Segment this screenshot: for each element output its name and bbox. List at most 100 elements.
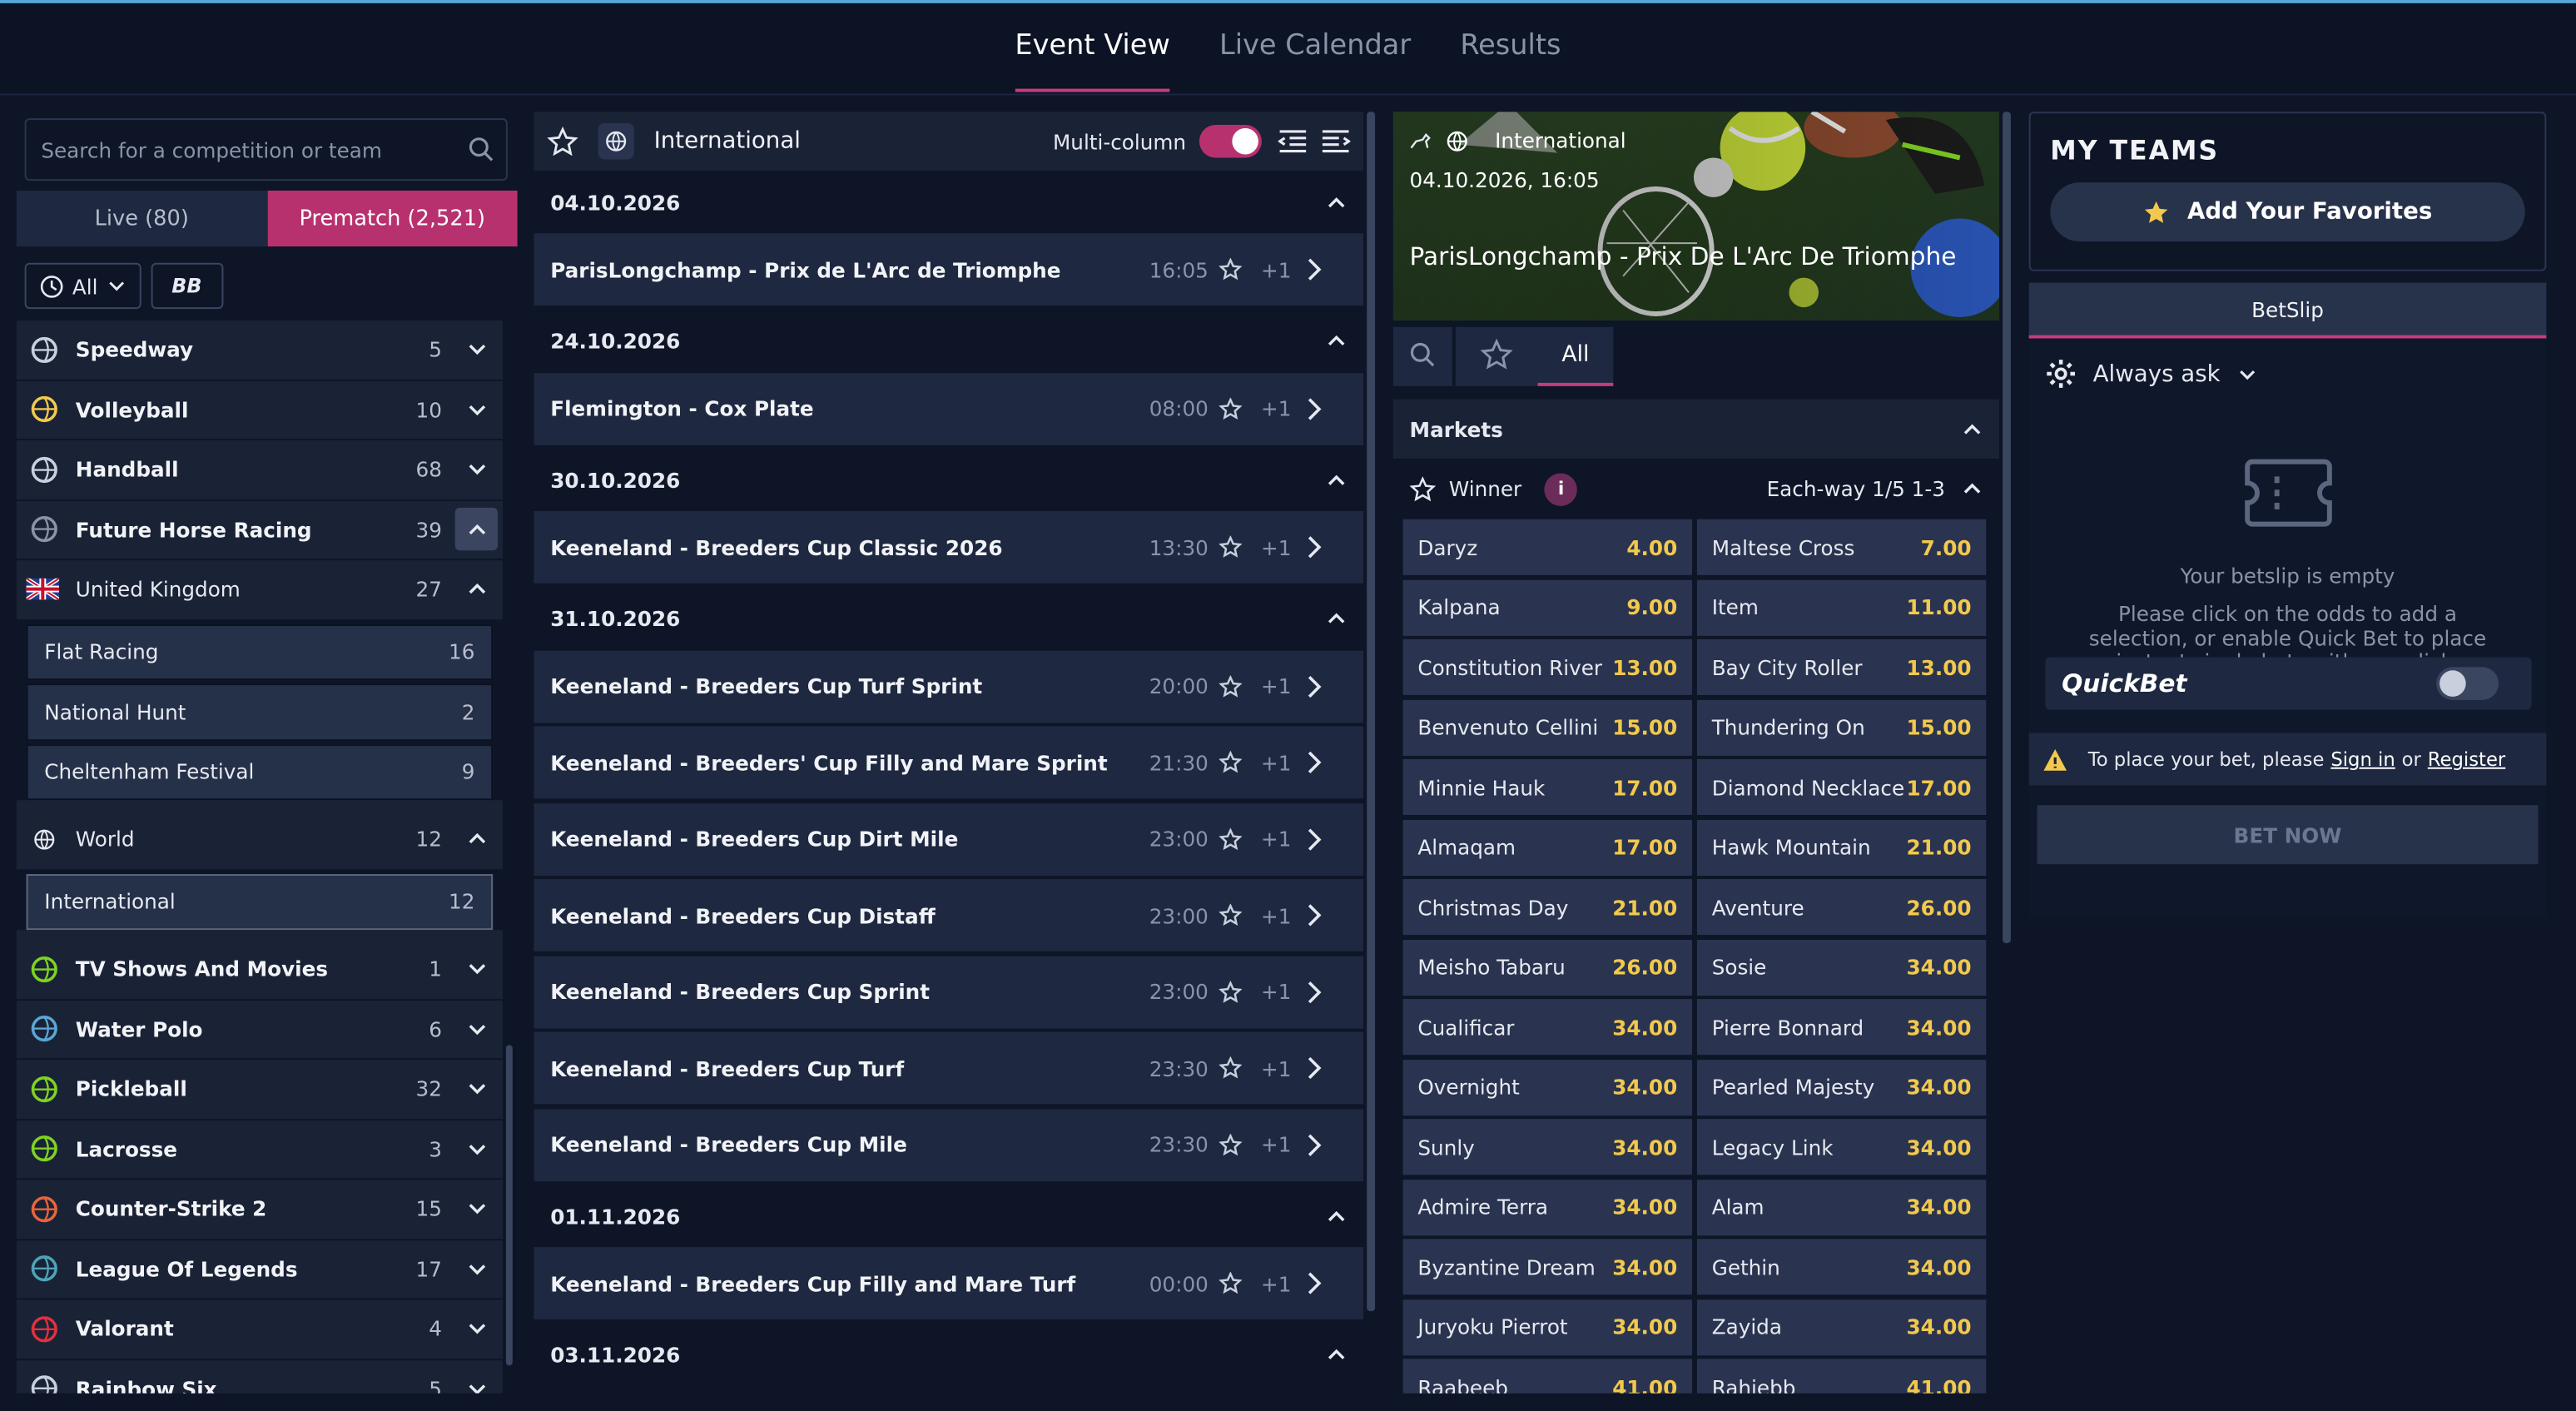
odds-button[interactable]: Alam 34.00 <box>1696 1179 1987 1235</box>
event-row[interactable]: Keeneland - Breeders Cup Mile 23:30 +1 <box>534 1108 1364 1181</box>
event-row[interactable]: Keeneland - Breeders Cup Classic 2026 13:… <box>534 510 1364 584</box>
middle-scrollbar[interactable] <box>1367 112 1376 1312</box>
expand-toggle[interactable] <box>455 1248 498 1290</box>
chevron-right-icon[interactable] <box>1304 535 1324 559</box>
region-row-world[interactable]: World 12 <box>16 810 503 871</box>
star-icon[interactable] <box>1218 827 1242 851</box>
odds-button[interactable]: Byzantine Dream 34.00 <box>1402 1239 1693 1295</box>
expand-toggle[interactable] <box>455 1188 498 1230</box>
detail-scrollbar[interactable] <box>2003 112 2011 943</box>
odds-button[interactable]: Benvenuto Cellini 15.00 <box>1402 698 1693 755</box>
date-header[interactable]: 30.10.2026 <box>534 448 1364 511</box>
event-row[interactable]: Keeneland - Breeders' Cup Filly and Mare… <box>534 726 1364 799</box>
betslip-tab[interactable]: BetSlip <box>2028 282 2547 339</box>
star-icon[interactable] <box>1218 396 1242 420</box>
event-row[interactable]: Keeneland - Breeders Cup Filly and Mare … <box>534 1247 1364 1319</box>
odds-button[interactable]: Gethin 34.00 <box>1696 1239 1987 1295</box>
markets-header[interactable]: Markets <box>1392 399 2000 459</box>
expand-toggle[interactable] <box>454 508 499 551</box>
expand-toggle[interactable] <box>455 1067 498 1110</box>
sport-row[interactable]: Pickleball 32 <box>16 1060 503 1120</box>
date-header[interactable]: 24.10.2026 <box>534 310 1364 373</box>
expand-toggle[interactable] <box>455 947 498 990</box>
expand-toggle[interactable] <box>455 448 498 490</box>
odds-button[interactable]: Almaqam 17.00 <box>1402 818 1693 876</box>
expand-toggle[interactable] <box>455 1128 498 1170</box>
event-row[interactable]: ParisLongchamp - Prix de L'Arc de Triomp… <box>534 233 1364 306</box>
bet-builder-button[interactable]: BB <box>150 262 224 310</box>
odds-button[interactable]: Pierre Bonnard 34.00 <box>1696 999 1987 1056</box>
star-icon[interactable] <box>1218 257 1242 281</box>
sign-in-link[interactable]: Sign in <box>2330 748 2395 771</box>
market-favorites-tab[interactable] <box>1455 326 1538 386</box>
odds-button[interactable]: Juryoku Pierrot 34.00 <box>1402 1299 1693 1355</box>
star-icon[interactable] <box>1218 751 1242 774</box>
chevron-right-icon[interactable] <box>1304 827 1324 851</box>
expand-toggle[interactable] <box>455 1308 498 1350</box>
date-header[interactable]: 01.11.2026 <box>534 1185 1364 1248</box>
odds-button[interactable]: Pearled Majesty 34.00 <box>1696 1059 1987 1115</box>
odds-button[interactable]: Aventure 26.00 <box>1696 878 1987 936</box>
event-row[interactable]: Keeneland - Breeders Cup Turf 23:30 +1 <box>534 1031 1364 1105</box>
sport-row[interactable]: Counter-Strike 2 15 <box>16 1180 503 1240</box>
odds-button[interactable]: Minnie Hauk 17.00 <box>1402 758 1693 816</box>
event-row[interactable]: Flemington - Cox Plate 08:00 +1 <box>534 372 1364 445</box>
star-icon[interactable] <box>1218 1132 1242 1156</box>
sport-row[interactable]: Rainbow Six 5 <box>16 1359 503 1394</box>
prematch-tab[interactable]: Prematch (2,521) <box>266 190 518 247</box>
odds-button[interactable]: Zayida 34.00 <box>1696 1299 1987 1355</box>
event-row[interactable]: Keeneland - Breeders Cup Dirt Mile 23:00 +… <box>534 802 1364 876</box>
star-icon[interactable] <box>1218 980 1242 1003</box>
left-scrollbar[interactable] <box>505 1045 513 1366</box>
chevron-right-icon[interactable] <box>1304 980 1324 1003</box>
odds-button[interactable]: Daryz 4.00 <box>1402 519 1693 575</box>
tab-event-view[interactable]: Event View <box>1015 3 1171 92</box>
odds-button[interactable]: Overnight 34.00 <box>1402 1059 1693 1115</box>
expand-toggle[interactable] <box>455 1007 498 1050</box>
competition-item-selected[interactable]: International 12 <box>26 873 494 931</box>
sport-row[interactable]: Valorant 4 <box>16 1299 503 1360</box>
odds-button[interactable]: Bay City Roller 13.00 <box>1696 638 1987 695</box>
sport-row[interactable]: Speedway 5 <box>16 320 503 380</box>
market-search-button[interactable] <box>1392 326 1452 386</box>
odds-button[interactable]: Kalpana 9.00 <box>1402 579 1693 635</box>
sport-row[interactable]: Handball 68 <box>16 440 503 501</box>
event-row[interactable]: Keeneland - Breeders Cup Turf Sprint 20:0… <box>534 649 1364 723</box>
sport-row[interactable]: Water Polo 6 <box>16 1000 503 1061</box>
sport-row[interactable]: Volleyball 10 <box>16 380 503 440</box>
competition-item[interactable]: Cheltenham Festival 9 <box>26 743 494 801</box>
odds-button[interactable]: Sosie 34.00 <box>1696 939 1987 996</box>
region-row-uk[interactable]: United Kingdom 27 <box>16 560 503 621</box>
odds-button[interactable]: Legacy Link 34.00 <box>1696 1119 1987 1175</box>
odds-change-dropdown[interactable]: Always ask <box>2045 358 2256 390</box>
search-icon[interactable] <box>457 120 506 179</box>
collapse-list-icon[interactable] <box>1278 127 1308 157</box>
odds-button[interactable]: Admire Terra 34.00 <box>1402 1179 1693 1235</box>
odds-button[interactable]: Sunly 34.00 <box>1402 1119 1693 1175</box>
odds-button[interactable]: Item 11.00 <box>1696 579 1987 635</box>
collapse-toggle[interactable] <box>455 579 498 600</box>
odds-button[interactable]: Meisho Tabaru 26.00 <box>1402 939 1693 996</box>
chevron-right-icon[interactable] <box>1304 1272 1324 1295</box>
chevron-right-icon[interactable] <box>1304 258 1324 281</box>
tab-results[interactable]: Results <box>1460 3 1561 92</box>
odds-button[interactable]: Raabeeb 41.00 <box>1402 1359 1693 1394</box>
odds-button[interactable]: Hawk Mountain 21.00 <box>1696 818 1987 876</box>
date-header[interactable]: 04.10.2026 <box>534 171 1364 234</box>
chevron-right-icon[interactable] <box>1304 674 1324 698</box>
expand-toggle[interactable] <box>455 328 498 370</box>
multi-column-toggle[interactable] <box>1199 125 1262 158</box>
odds-button[interactable]: Maltese Cross 7.00 <box>1696 519 1987 575</box>
star-icon[interactable] <box>547 125 578 157</box>
chevron-right-icon[interactable] <box>1304 904 1324 927</box>
odds-button[interactable]: Christmas Day 21.00 <box>1402 878 1693 936</box>
competition-item[interactable]: National Hunt 2 <box>26 683 494 741</box>
live-tab[interactable]: Live (80) <box>16 190 267 247</box>
chevron-right-icon[interactable] <box>1304 397 1324 420</box>
winner-market-header[interactable]: Winner i Each-way 1/5 1-3 <box>1393 459 1999 519</box>
date-header[interactable]: 03.11.2026 <box>534 1323 1364 1386</box>
collapse-toggle[interactable] <box>455 828 498 850</box>
register-link[interactable]: Register <box>2428 748 2505 771</box>
star-icon[interactable] <box>1218 535 1242 559</box>
time-filter-dropdown[interactable]: All <box>24 262 141 310</box>
